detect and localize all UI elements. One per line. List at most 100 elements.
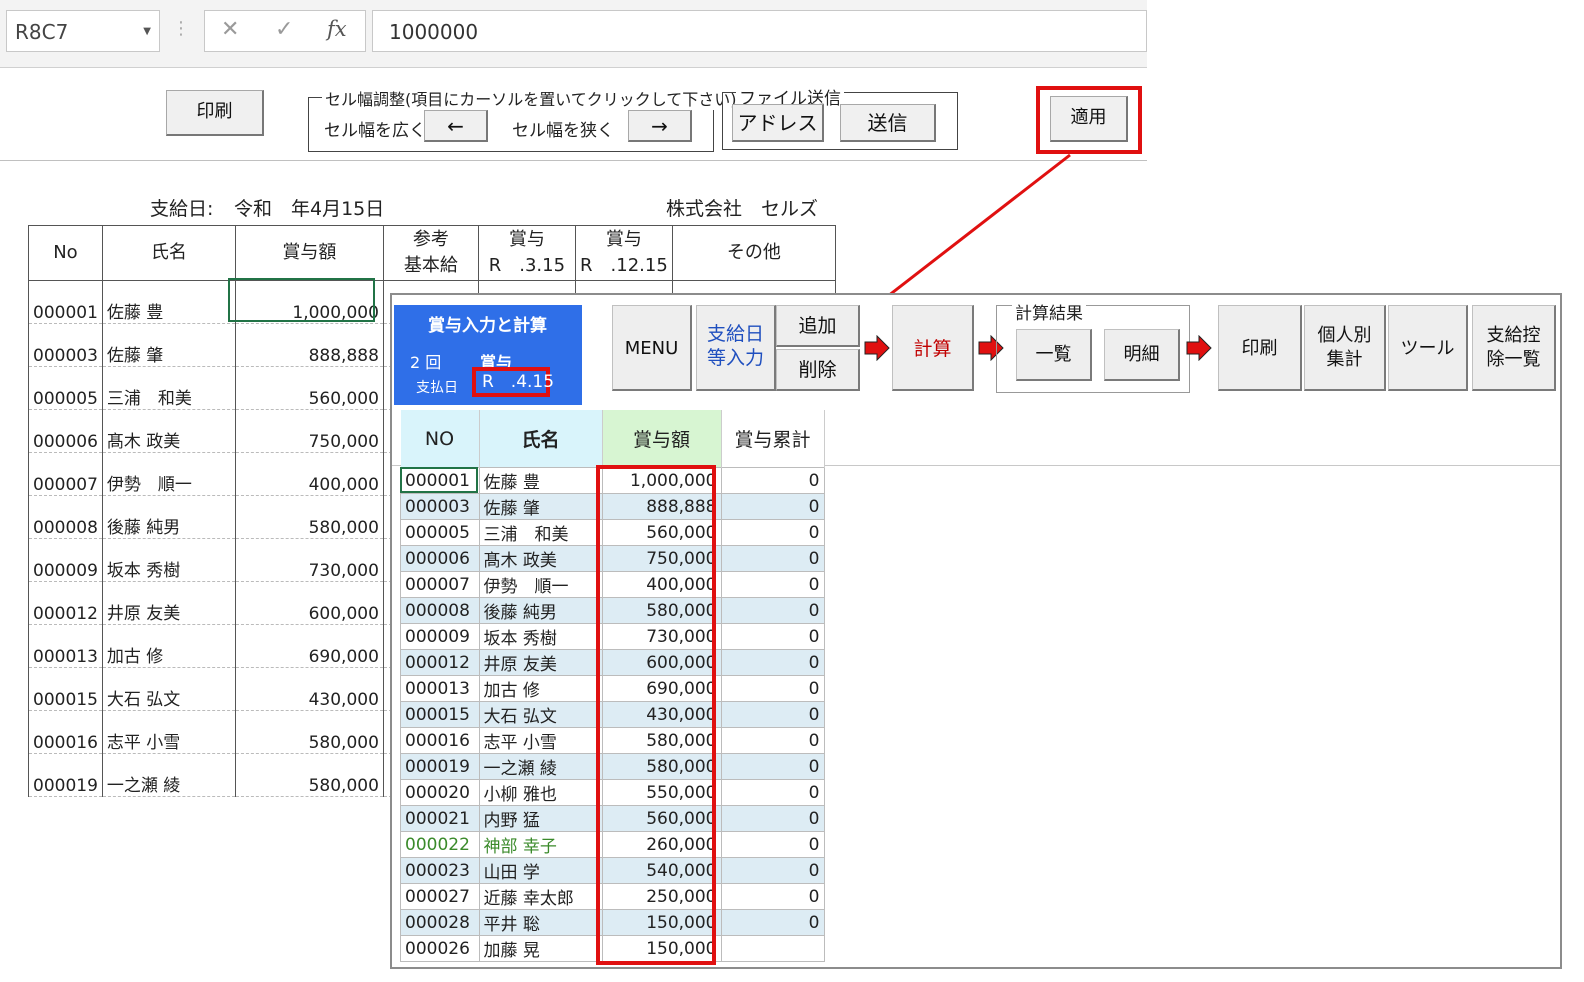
grid-cell-no[interactable]: 000009 <box>400 623 480 650</box>
add-button[interactable]: 追加 <box>776 305 860 347</box>
grid-cell-cum[interactable]: 0 <box>720 909 825 936</box>
sheet-cell-no[interactable]: 000001 <box>28 280 103 324</box>
name-box[interactable]: R8C7 ▼ <box>6 10 160 52</box>
sheet-cell-name[interactable]: 坂本 秀樹 <box>101 538 236 582</box>
formula-input[interactable]: 1000000 <box>372 10 1147 52</box>
grid-cell-name[interactable]: 佐藤 豊 <box>478 467 603 494</box>
insert-function-icon[interactable]: fx <box>327 17 347 41</box>
result-list-button[interactable]: 一覧 <box>1016 329 1092 381</box>
grid-cell-no[interactable]: 000003 <box>400 493 480 520</box>
sheet-cell-name[interactable]: 一之瀬 綾 <box>101 753 236 797</box>
widen-button[interactable]: ← <box>424 110 488 142</box>
grid-cell-cum[interactable]: 0 <box>720 883 825 910</box>
grid-cell-no[interactable]: 000021 <box>400 805 480 832</box>
personal-summary-button[interactable]: 個人別 集計 <box>1304 305 1386 391</box>
grid-cell-cum[interactable]: 0 <box>720 623 825 650</box>
grid-cell-cum[interactable]: 0 <box>720 753 825 780</box>
sheet-cell-amount[interactable]: 690,000 <box>234 624 384 668</box>
col-name[interactable]: 氏名 <box>101 225 236 281</box>
sheet-cell-no[interactable]: 000008 <box>28 495 103 539</box>
grid-cell-cum[interactable]: 0 <box>720 727 825 754</box>
grid-cell-cum[interactable]: 0 <box>720 649 825 676</box>
grid-cell-no[interactable]: 000015 <box>400 701 480 728</box>
grid-col-bonus[interactable]: 賞与額 <box>602 410 722 468</box>
sheet-cell-amount[interactable]: 888,888 <box>234 323 384 367</box>
grid-col-name[interactable]: 氏名 <box>479 410 603 468</box>
grid-col-cumulative[interactable]: 賞与累計 <box>721 410 825 468</box>
grid-cell-no[interactable]: 000019 <box>400 753 480 780</box>
sheet-cell-no[interactable]: 000013 <box>28 624 103 668</box>
col-ref-base[interactable]: 参考 基本給 <box>382 225 479 281</box>
sheet-cell-name[interactable]: 井原 友美 <box>101 581 236 625</box>
grid-cell-no[interactable]: 000027 <box>400 883 480 910</box>
grid-cell-cum[interactable]: 0 <box>720 545 825 572</box>
calc-button[interactable]: 計算 <box>892 305 974 391</box>
sheet-cell-no[interactable]: 000003 <box>28 323 103 367</box>
sheet-cell-name[interactable]: 佐藤 豊 <box>101 280 236 324</box>
sheet-cell-no[interactable]: 000006 <box>28 409 103 453</box>
grid-cell-cum[interactable] <box>720 935 825 962</box>
grid-cell-name[interactable]: 髙木 政美 <box>478 545 603 572</box>
result-detail-button[interactable]: 明細 <box>1104 329 1180 381</box>
delete-button[interactable]: 削除 <box>776 349 860 391</box>
sheet-cell-amount[interactable]: 750,000 <box>234 409 384 453</box>
grid-cell-cum[interactable]: 0 <box>720 831 825 858</box>
sheet-cell-amount[interactable]: 580,000 <box>234 710 384 754</box>
sheet-cell-name[interactable]: 加古 修 <box>101 624 236 668</box>
col-bonus-2[interactable]: 賞与 R .12.15 <box>574 225 673 281</box>
address-button[interactable]: アドレス <box>732 104 824 142</box>
grid-cell-no[interactable]: 000023 <box>400 857 480 884</box>
grid-cell-name[interactable]: 志平 小雪 <box>478 727 603 754</box>
grid-cell-name[interactable]: 加藤 晃 <box>478 935 603 962</box>
grid-col-no[interactable]: NO <box>400 410 480 468</box>
sheet-cell-name[interactable]: 三浦 和美 <box>101 366 236 410</box>
sheet-cell-amount[interactable]: 560,000 <box>234 366 384 410</box>
sheet-cell-amount[interactable]: 600,000 <box>234 581 384 625</box>
grid-cell-name[interactable]: 佐藤 肇 <box>478 493 603 520</box>
grid-selected-cell[interactable] <box>400 467 478 493</box>
grid-cell-no[interactable]: 000012 <box>400 649 480 676</box>
sheet-cell-amount[interactable]: 430,000 <box>234 667 384 711</box>
grid-cell-name[interactable]: 山田 学 <box>478 857 603 884</box>
grid-cell-no[interactable]: 000007 <box>400 571 480 598</box>
sheet-cell-no[interactable]: 000009 <box>28 538 103 582</box>
grid-cell-no[interactable]: 000016 <box>400 727 480 754</box>
app-print-button[interactable]: 印刷 <box>1218 305 1302 391</box>
sheet-cell-no[interactable]: 000012 <box>28 581 103 625</box>
sheet-cell-name[interactable]: 後藤 純男 <box>101 495 236 539</box>
sheet-cell-name[interactable]: 髙木 政美 <box>101 409 236 453</box>
grid-cell-name[interactable]: 神部 幸子 <box>478 831 603 858</box>
grid-cell-cum[interactable]: 0 <box>720 779 825 806</box>
sheet-cell-name[interactable]: 伊勢 順一 <box>101 452 236 496</box>
sheet-cell-amount[interactable]: 580,000 <box>234 495 384 539</box>
grid-cell-cum[interactable]: 0 <box>720 519 825 546</box>
grid-cell-no[interactable]: 000006 <box>400 545 480 572</box>
grid-cell-no[interactable]: 000005 <box>400 519 480 546</box>
grid-cell-cum[interactable]: 0 <box>720 857 825 884</box>
deduction-list-button[interactable]: 支給控 除一覧 <box>1472 305 1556 391</box>
app-pay-date-value[interactable]: R .4.15 <box>472 367 554 397</box>
grid-cell-no[interactable]: 000026 <box>400 935 480 962</box>
col-bonus[interactable]: 賞与額 <box>234 225 384 281</box>
col-bonus-1[interactable]: 賞与 R .3.15 <box>477 225 576 281</box>
tools-button[interactable]: ツール <box>1388 305 1468 391</box>
col-no[interactable]: No <box>28 225 103 281</box>
grid-cell-name[interactable]: 伊勢 順一 <box>478 571 603 598</box>
grid-cell-no[interactable]: 000013 <box>400 675 480 702</box>
sheet-cell-no[interactable]: 000005 <box>28 366 103 410</box>
grid-cell-no[interactable]: 000022 <box>400 831 480 858</box>
more-options-icon[interactable]: ⋮ <box>172 14 190 44</box>
menu-button[interactable]: MENU <box>612 305 692 391</box>
grid-cell-no[interactable]: 000028 <box>400 909 480 936</box>
sheet-cell-name[interactable]: 志平 小雪 <box>101 710 236 754</box>
grid-cell-name[interactable]: 三浦 和美 <box>478 519 603 546</box>
grid-cell-no[interactable]: 000020 <box>400 779 480 806</box>
grid-cell-no[interactable]: 000008 <box>400 597 480 624</box>
grid-cell-cum[interactable]: 0 <box>720 493 825 520</box>
grid-cell-name[interactable]: 大石 弘文 <box>478 701 603 728</box>
grid-cell-cum[interactable]: 0 <box>720 467 825 494</box>
grid-cell-cum[interactable]: 0 <box>720 805 825 832</box>
sheet-cell-amount[interactable]: 400,000 <box>234 452 384 496</box>
sheet-cell-amount[interactable]: 730,000 <box>234 538 384 582</box>
narrow-button[interactable]: → <box>628 110 692 142</box>
